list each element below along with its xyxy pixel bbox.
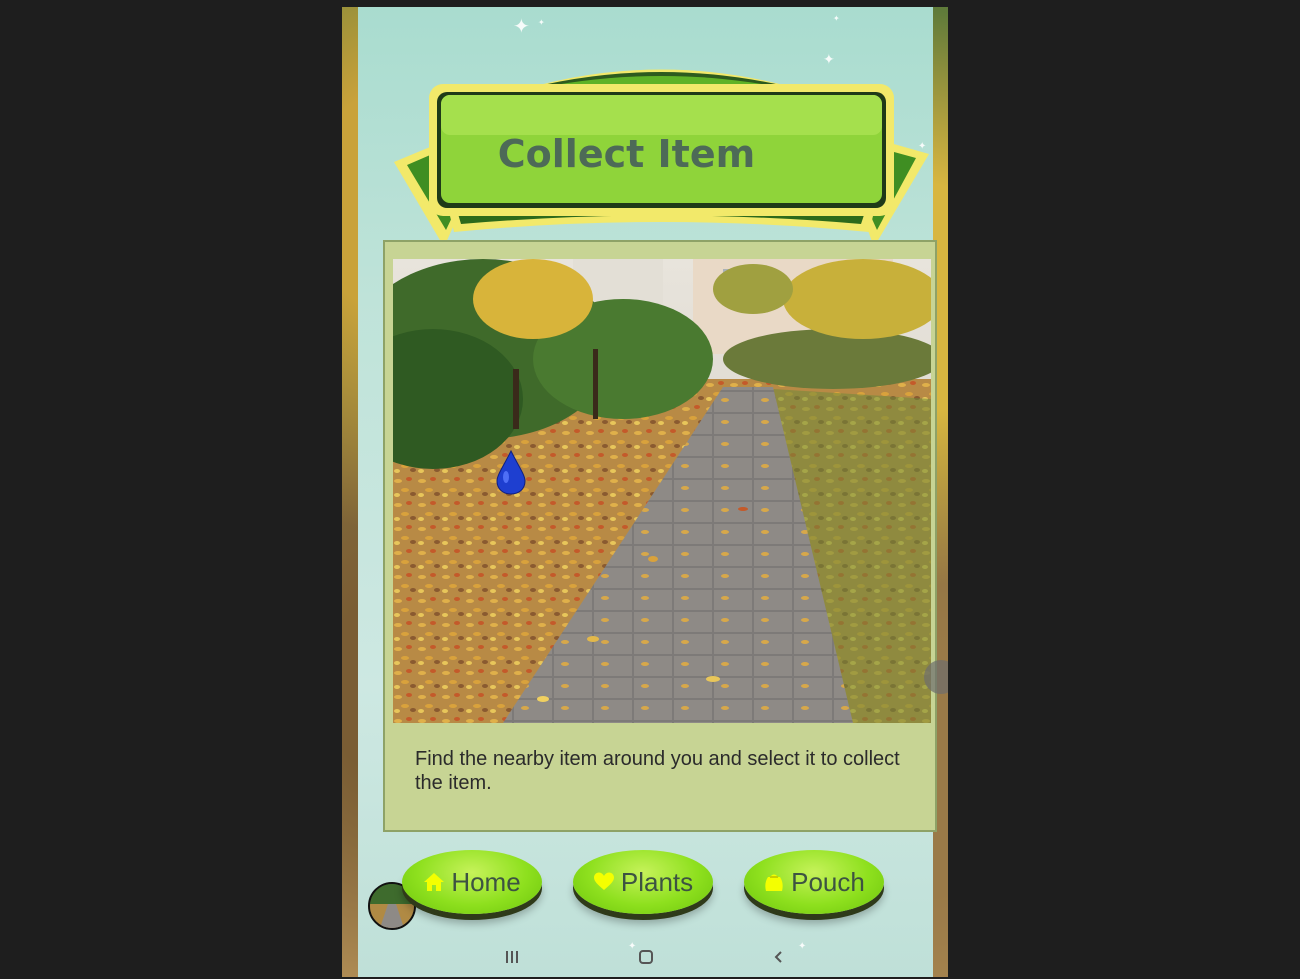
home-system-button[interactable] bbox=[631, 945, 661, 969]
back-system-button[interactable] bbox=[764, 945, 794, 969]
sparkle-icon: ✦ bbox=[513, 16, 530, 38]
autumn-path-scene bbox=[393, 259, 931, 723]
title-banner: Collect Item bbox=[389, 62, 934, 262]
home-button-label: Home bbox=[451, 866, 521, 897]
plants-button[interactable]: Plants bbox=[573, 850, 713, 914]
recent-apps-button[interactable] bbox=[497, 945, 527, 969]
instruction-text: Find the nearby item around you and sele… bbox=[415, 748, 900, 794]
heart-icon bbox=[593, 872, 614, 890]
phone-screen: ✦ ✦ ✦ ✦ ✦ ✦ ✦ Collect Item Find the near… bbox=[342, 7, 948, 977]
pouch-button[interactable]: Pouch bbox=[744, 850, 884, 914]
bag-icon bbox=[765, 874, 783, 891]
home-circle-icon bbox=[639, 950, 653, 964]
plants-button-label: Plants bbox=[620, 866, 694, 897]
sparkle-icon: ✦ bbox=[538, 18, 545, 27]
page-title: Collect Item bbox=[497, 132, 756, 176]
back-icon bbox=[774, 951, 782, 963]
content-box: Find the nearby item around you and sele… bbox=[383, 240, 937, 832]
home-button[interactable]: Home bbox=[402, 850, 542, 914]
pouch-button-label: Pouch bbox=[791, 866, 865, 897]
system-navigation-bar bbox=[342, 937, 948, 977]
recent-apps-icon bbox=[506, 951, 518, 963]
app-panel: ✦ ✦ ✦ ✦ ✦ ✦ ✦ Collect Item Find the near… bbox=[358, 7, 937, 977]
sparkle-icon: ✦ bbox=[833, 14, 840, 23]
home-icon bbox=[424, 873, 445, 891]
ar-camera-view[interactable] bbox=[393, 259, 931, 723]
